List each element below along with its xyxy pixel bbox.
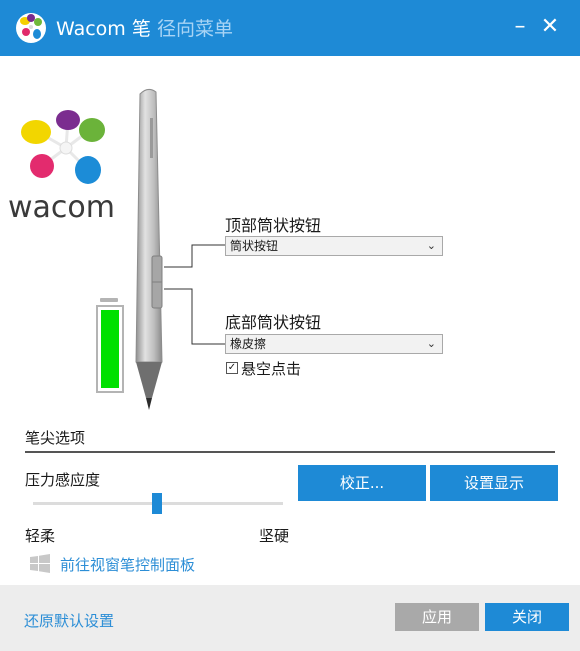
bottom-barrel-button-value: 橡皮擦 [230,337,267,351]
battery-level-fill [101,310,119,388]
hover-click-label: 悬空点击 [241,360,302,378]
window-subtitle: 径向菜单 [157,18,234,40]
firm-label: 坚硬 [259,527,290,545]
close-icon: ✕ [540,14,560,39]
close-button-label: 关闭 [511,608,542,626]
wacom-app-icon [16,13,46,43]
chevron-down-icon: ⌄ [426,239,436,252]
top-barrel-button-label: 顶部筒状按钮 [225,216,322,235]
bottom-barrel-button-select[interactable]: 橡皮擦 ⌄ [225,334,443,354]
top-barrel-button-select[interactable]: 筒状按钮 ⌄ [225,236,443,256]
hover-click-checkbox[interactable]: ✓ [226,362,238,374]
wacom-wordmark: wacom [8,190,115,225]
display-settings-button-label: 设置显示 [463,474,524,492]
minimize-button[interactable]: – [503,10,537,44]
minimize-icon: – [514,14,526,39]
section-divider [25,451,555,453]
soft-label: 轻柔 [25,527,56,545]
window-title: Wacom 笔 [56,18,151,40]
button-connector-lines [164,244,226,345]
battery-indicator [96,305,124,393]
restore-defaults-link[interactable]: 还原默认设置 [24,610,114,631]
apply-button: 应用 [395,603,479,631]
title-bar: Wacom 笔 径向菜单 – ✕ [0,0,580,56]
checkmark-icon: ✓ [227,362,237,373]
windows-logo-icon [30,554,50,573]
calibrate-button-label: 校正... [339,474,385,492]
apply-button-label: 应用 [421,608,452,626]
chevron-down-icon: ⌄ [426,337,436,350]
wacom-logo-icon [21,110,105,184]
close-window-button[interactable]: ✕ [533,10,567,44]
pressure-sensitivity-label: 压力感应度 [25,471,101,489]
battery-cap [100,298,118,302]
top-barrel-button-value: 筒状按钮 [230,239,279,253]
windows-pen-settings-link[interactable]: 前往视窗笔控制面板 [60,554,195,575]
display-settings-button[interactable]: 设置显示 [430,465,558,501]
calibrate-button[interactable]: 校正... [298,465,426,501]
bottom-barrel-button-label: 底部筒状按钮 [225,313,322,332]
close-button[interactable]: 关闭 [485,603,569,631]
tip-options-heading: 笔尖选项 [25,429,86,447]
pressure-slider-thumb[interactable] [152,493,162,514]
